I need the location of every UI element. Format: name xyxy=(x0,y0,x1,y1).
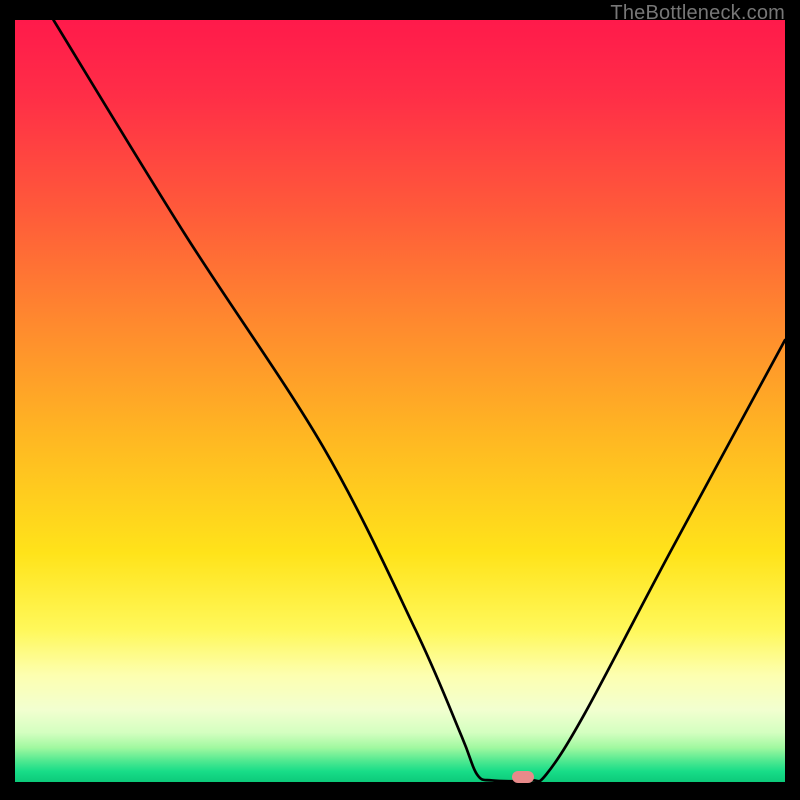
optimal-point-marker xyxy=(512,771,534,783)
chart-stage: TheBottleneck.com xyxy=(0,0,800,800)
watermark-text: TheBottleneck.com xyxy=(610,2,785,25)
bottleneck-curve xyxy=(15,20,785,782)
chart-area xyxy=(15,20,785,782)
